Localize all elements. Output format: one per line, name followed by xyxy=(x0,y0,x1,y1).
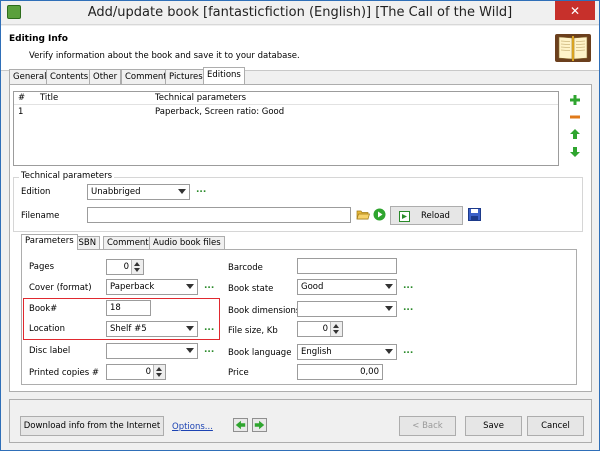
pages-value: 0 xyxy=(123,262,129,272)
folder-open-icon[interactable] xyxy=(356,208,370,221)
arrow-right-icon[interactable] xyxy=(252,418,267,432)
tab-contents[interactable]: Contents xyxy=(46,69,93,84)
price-label: Price xyxy=(228,368,249,378)
caret-down-icon[interactable] xyxy=(333,330,339,334)
move-down-icon[interactable] xyxy=(569,146,581,158)
dialog-window: Add/update book [fantasticfiction (Engli… xyxy=(0,0,600,451)
cover-label: Cover (format) xyxy=(29,283,92,293)
tab-subcomment[interactable]: Comment xyxy=(103,236,153,250)
caret-down-icon[interactable] xyxy=(156,373,162,377)
filesize-value: 0 xyxy=(322,324,328,334)
book-icon xyxy=(555,34,591,62)
download-info-button[interactable]: Download info from the Internet xyxy=(20,416,164,436)
chevron-down-icon xyxy=(385,349,393,354)
tab-parameters[interactable]: Parameters xyxy=(21,234,78,250)
barcode-input[interactable] xyxy=(297,258,397,274)
language-select[interactable]: English xyxy=(297,344,397,360)
language-value: English xyxy=(301,347,332,357)
header-panel: Editing Info Verify information about th… xyxy=(1,26,599,71)
price-input[interactable]: 0,00 xyxy=(297,364,383,380)
options-link[interactable]: Options... xyxy=(172,422,213,432)
add-icon[interactable] xyxy=(569,94,581,106)
row-num: 1 xyxy=(18,107,24,117)
state-more-button[interactable]: ... xyxy=(403,281,413,291)
edition-more-button[interactable]: ... xyxy=(196,185,206,195)
cover-select[interactable]: Paperback xyxy=(106,279,198,295)
arrow-left-icon[interactable] xyxy=(233,418,248,432)
caret-up-icon[interactable] xyxy=(333,324,339,328)
header-title: Editing Info xyxy=(9,34,68,44)
stepper-buttons[interactable] xyxy=(131,260,143,274)
filesize-stepper[interactable]: 0 xyxy=(297,321,343,337)
reload-label: Reload xyxy=(421,211,450,221)
title-bar: Add/update book [fantasticfiction (Engli… xyxy=(1,1,599,25)
save-disk-icon[interactable] xyxy=(468,208,481,221)
editions-list[interactable]: # Title Technical parameters 1 Paperback… xyxy=(13,91,559,166)
filesize-label: File size, Kb xyxy=(228,326,278,336)
state-label: Book state xyxy=(228,284,274,294)
list-header: # Title Technical parameters xyxy=(14,92,558,105)
tab-audio-book-files[interactable]: Audio book files xyxy=(149,236,225,250)
close-button[interactable]: ✕ xyxy=(555,1,595,20)
state-select[interactable]: Good xyxy=(297,279,397,295)
row-tech: Paperback, Screen ratio: Good xyxy=(155,107,285,117)
caret-up-icon[interactable] xyxy=(134,262,140,266)
dimensions-select[interactable] xyxy=(297,301,397,317)
chevron-down-icon xyxy=(385,284,393,289)
column-header-num[interactable]: # xyxy=(18,93,25,103)
cover-more-button[interactable]: ... xyxy=(204,281,214,291)
printed-label: Printed copies # xyxy=(29,368,99,378)
header-subtitle: Verify information about the book and sa… xyxy=(29,51,300,61)
tab-comment[interactable]: Comment xyxy=(121,69,171,84)
technical-group-label: Technical parameters xyxy=(19,171,115,181)
remove-icon[interactable] xyxy=(569,111,581,123)
stepper-buttons[interactable] xyxy=(330,322,342,336)
dimensions-label: Book dimensions xyxy=(228,306,301,316)
pages-stepper[interactable]: 0 xyxy=(106,259,144,275)
language-label: Book language xyxy=(228,348,292,358)
move-up-icon[interactable] xyxy=(569,128,581,140)
filename-label: Filename xyxy=(21,211,60,221)
highlight-box xyxy=(23,298,220,340)
chevron-down-icon xyxy=(186,284,194,289)
printed-stepper[interactable]: 0 xyxy=(106,364,166,380)
stepper-buttons[interactable] xyxy=(153,365,165,379)
language-more-button[interactable]: ... xyxy=(403,346,413,356)
disc-label: Disc label xyxy=(29,346,71,356)
save-button[interactable]: Save xyxy=(465,416,522,436)
tab-other[interactable]: Other xyxy=(89,69,122,84)
chevron-down-icon xyxy=(186,348,194,353)
tab-pictures[interactable]: Pictures xyxy=(165,69,207,84)
disc-more-button[interactable]: ... xyxy=(204,345,214,355)
column-header-title[interactable]: Title xyxy=(40,93,58,103)
pages-label: Pages xyxy=(29,262,55,272)
state-value: Good xyxy=(301,282,324,292)
caret-up-icon[interactable] xyxy=(156,367,162,371)
caret-down-icon[interactable] xyxy=(134,268,140,272)
chevron-down-icon xyxy=(178,189,186,194)
edition-select[interactable]: Unabbriged xyxy=(87,184,190,200)
app-icon xyxy=(7,5,21,19)
cancel-button[interactable]: Cancel xyxy=(527,416,584,436)
disc-select[interactable] xyxy=(106,343,198,359)
column-header-tech[interactable]: Technical parameters xyxy=(155,93,246,103)
list-item[interactable]: 1 Paperback, Screen ratio: Good xyxy=(14,106,558,119)
tab-general[interactable]: General xyxy=(9,69,51,84)
filename-input[interactable] xyxy=(87,207,351,223)
tab-editions[interactable]: Editions xyxy=(203,67,245,84)
printed-value: 0 xyxy=(145,367,151,377)
play-icon[interactable] xyxy=(373,208,386,221)
cover-value: Paperback xyxy=(110,282,155,292)
window-title: Add/update book [fantasticfiction (Engli… xyxy=(87,5,513,20)
barcode-label: Barcode xyxy=(228,263,263,273)
back-button[interactable]: < Back xyxy=(399,416,456,436)
edition-label: Edition xyxy=(21,187,51,197)
reload-icon xyxy=(399,211,410,222)
reload-button[interactable]: Reload xyxy=(390,206,463,225)
dimensions-more-button[interactable]: ... xyxy=(403,303,413,313)
edition-value: Unabbriged xyxy=(91,187,141,197)
chevron-down-icon xyxy=(385,306,393,311)
